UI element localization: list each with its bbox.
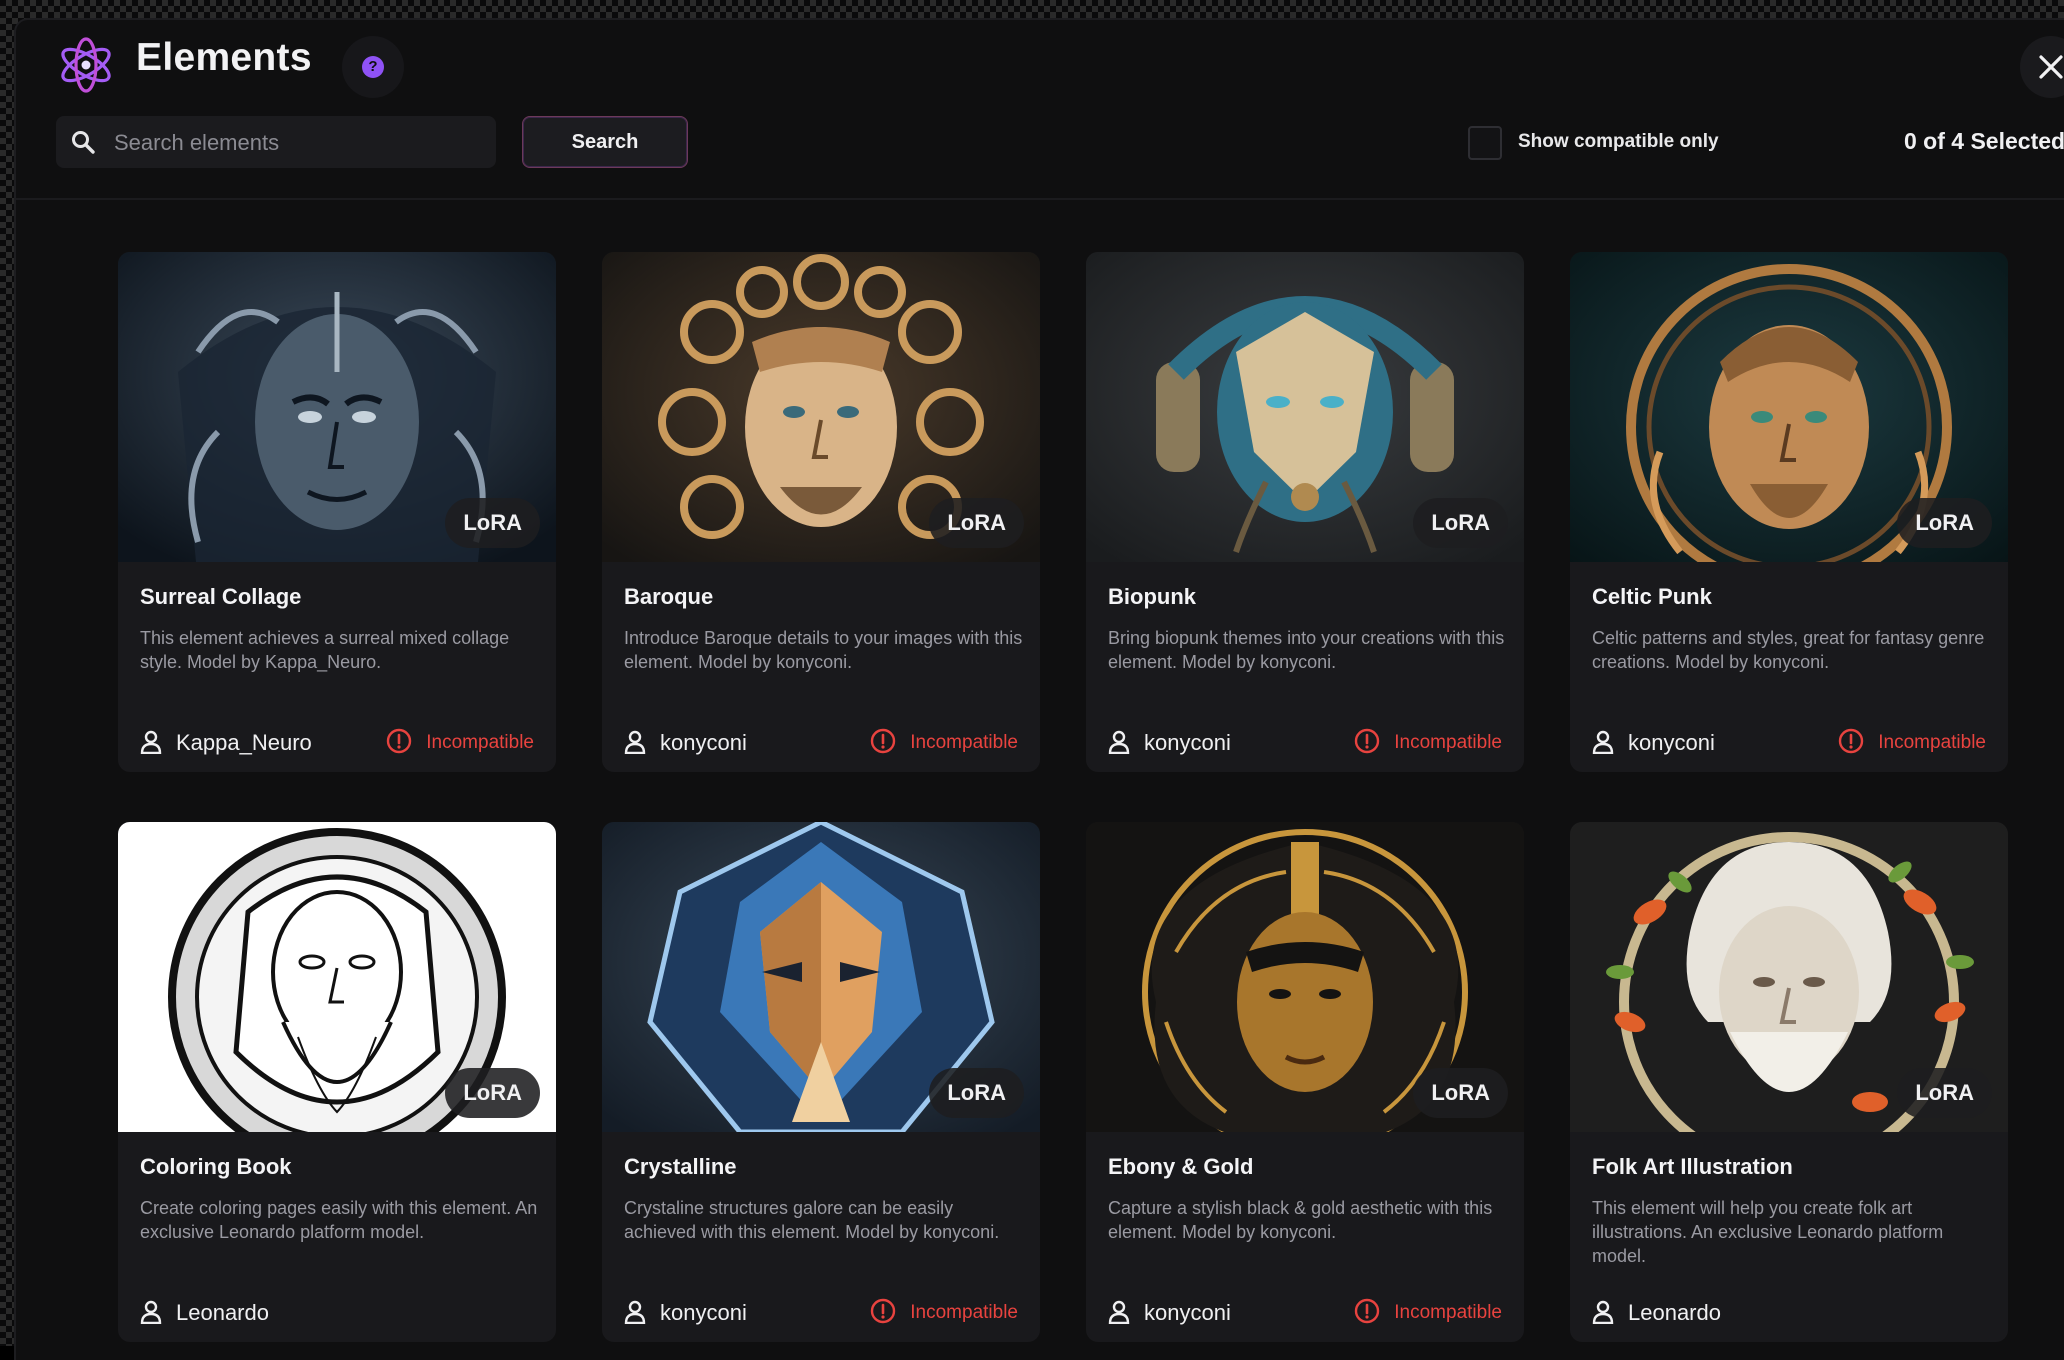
card-title: Baroque	[624, 584, 714, 609]
compat-label: Incompatible	[1394, 732, 1502, 753]
compat-label: Incompatible	[1394, 1302, 1502, 1323]
search-button[interactable]: Search	[522, 116, 688, 168]
page-title: Elements	[136, 36, 312, 79]
warning-circle-icon	[387, 728, 412, 754]
help-icon: ?	[362, 56, 384, 78]
lora-badge: LoRA	[1897, 498, 1992, 548]
card-author: Leonardo	[140, 1298, 269, 1328]
warning-circle-icon	[871, 728, 896, 754]
user-icon	[624, 730, 646, 755]
compatibility-status: Incompatible	[1354, 1298, 1502, 1328]
author-name: konyconi	[660, 1300, 747, 1325]
search-icon	[72, 131, 95, 154]
author-name: Leonardo	[176, 1300, 269, 1325]
dialog-header: Elements ? Search Show compatible only 0…	[16, 20, 2064, 200]
author-name: konyconi	[660, 730, 747, 755]
card-author: konyconi	[1592, 728, 1715, 758]
user-icon	[624, 1300, 646, 1325]
author-name: konyconi	[1144, 1300, 1231, 1325]
show-compatible-label[interactable]: Show compatible only	[1518, 131, 1719, 153]
card-description: This element achieves a surreal mixed co…	[140, 628, 510, 672]
lora-badge: LoRA	[1897, 1068, 1992, 1118]
compatibility-status: Incompatible	[386, 728, 534, 758]
card-title: Surreal Collage	[140, 584, 302, 609]
card-description: Celtic patterns and styles, great for fa…	[1592, 628, 1985, 672]
card-description: Create coloring pages easily with this e…	[140, 1198, 538, 1242]
element-card-ebony-gold[interactable]: LoRA Ebony & Gold Capture a stylish blac…	[1086, 822, 1524, 1342]
element-card-surreal-collage[interactable]: LoRA Surreal Collage This element achiev…	[118, 252, 556, 772]
element-card-crystalline[interactable]: LoRA Crystalline Crystaline structures g…	[602, 822, 1040, 1342]
compatibility-status: Incompatible	[870, 728, 1018, 758]
author-name: konyconi	[1144, 730, 1231, 755]
compatibility-status: Incompatible	[870, 1298, 1018, 1328]
card-description: This element will help you create folk a…	[1592, 1198, 1944, 1266]
card-author: konyconi	[624, 728, 747, 758]
atom-logo-icon	[61, 37, 111, 93]
show-compatible-checkbox[interactable]	[1468, 126, 1502, 160]
compatibility-status: Incompatible	[1838, 728, 1986, 758]
card-author: konyconi	[624, 1298, 747, 1328]
selected-count: 0 of 4 Selected	[1904, 128, 2064, 154]
card-description: Crystaline structures galore can be easi…	[624, 1198, 1000, 1242]
card-description: Introduce Baroque details to your images…	[624, 628, 1023, 672]
lora-badge: LoRA	[1413, 1068, 1508, 1118]
card-title: Ebony & Gold	[1108, 1154, 1254, 1179]
author-name: Leonardo	[1628, 1300, 1721, 1325]
card-title: Celtic Punk	[1592, 584, 1712, 609]
compat-label: Incompatible	[910, 732, 1018, 753]
warning-circle-icon	[871, 1298, 896, 1324]
user-icon	[140, 1300, 162, 1325]
element-card-biopunk[interactable]: LoRA Biopunk Bring biopunk themes into y…	[1086, 252, 1524, 772]
author-name: Kappa_Neuro	[176, 730, 312, 755]
card-title: Folk Art Illustration	[1592, 1154, 1793, 1179]
lora-badge: LoRA	[929, 498, 1024, 548]
user-icon	[1592, 730, 1614, 755]
user-icon	[140, 730, 162, 755]
compat-label: Incompatible	[910, 1302, 1018, 1323]
warning-circle-icon	[1355, 1298, 1380, 1324]
close-button[interactable]	[2020, 36, 2064, 98]
user-icon	[1108, 730, 1130, 755]
warning-circle-icon	[1839, 728, 1864, 754]
author-name: konyconi	[1628, 730, 1715, 755]
elements-dialog: Elements ? Search Show compatible only 0…	[14, 18, 2064, 1360]
lora-badge: LoRA	[929, 1068, 1024, 1118]
search-field[interactable]	[56, 116, 496, 170]
compat-label: Incompatible	[1878, 732, 1986, 753]
lora-badge: LoRA	[445, 498, 540, 548]
element-card-coloring-book[interactable]: LoRA Coloring Book Create coloring pages…	[118, 822, 556, 1342]
warning-circle-icon	[1355, 728, 1380, 754]
element-card-baroque[interactable]: LoRA Baroque Introduce Baroque details t…	[602, 252, 1040, 772]
help-button[interactable]: ?	[342, 36, 404, 98]
element-card-folk-art-illustration[interactable]: LoRA Folk Art Illustration This element …	[1570, 822, 2008, 1342]
card-description: Bring biopunk themes into your creations…	[1108, 628, 1505, 672]
card-title: Coloring Book	[140, 1154, 292, 1179]
card-author: Leonardo	[1592, 1298, 1721, 1328]
card-description: Capture a stylish black & gold aesthetic…	[1108, 1198, 1493, 1242]
element-card-celtic-punk[interactable]: LoRA Celtic Punk Celtic patterns and sty…	[1570, 252, 2008, 772]
card-title: Crystalline	[624, 1154, 737, 1179]
compat-label: Incompatible	[426, 732, 534, 753]
lora-badge: LoRA	[445, 1068, 540, 1118]
user-icon	[1592, 1300, 1614, 1325]
card-author: Kappa_Neuro	[140, 728, 312, 758]
card-author: konyconi	[1108, 1298, 1231, 1328]
user-icon	[1108, 1300, 1130, 1325]
compatibility-status: Incompatible	[1354, 728, 1502, 758]
card-author: konyconi	[1108, 728, 1231, 758]
close-icon	[2039, 55, 2063, 79]
lora-badge: LoRA	[1413, 498, 1508, 548]
search-input[interactable]	[112, 116, 486, 170]
card-title: Biopunk	[1108, 584, 1196, 609]
